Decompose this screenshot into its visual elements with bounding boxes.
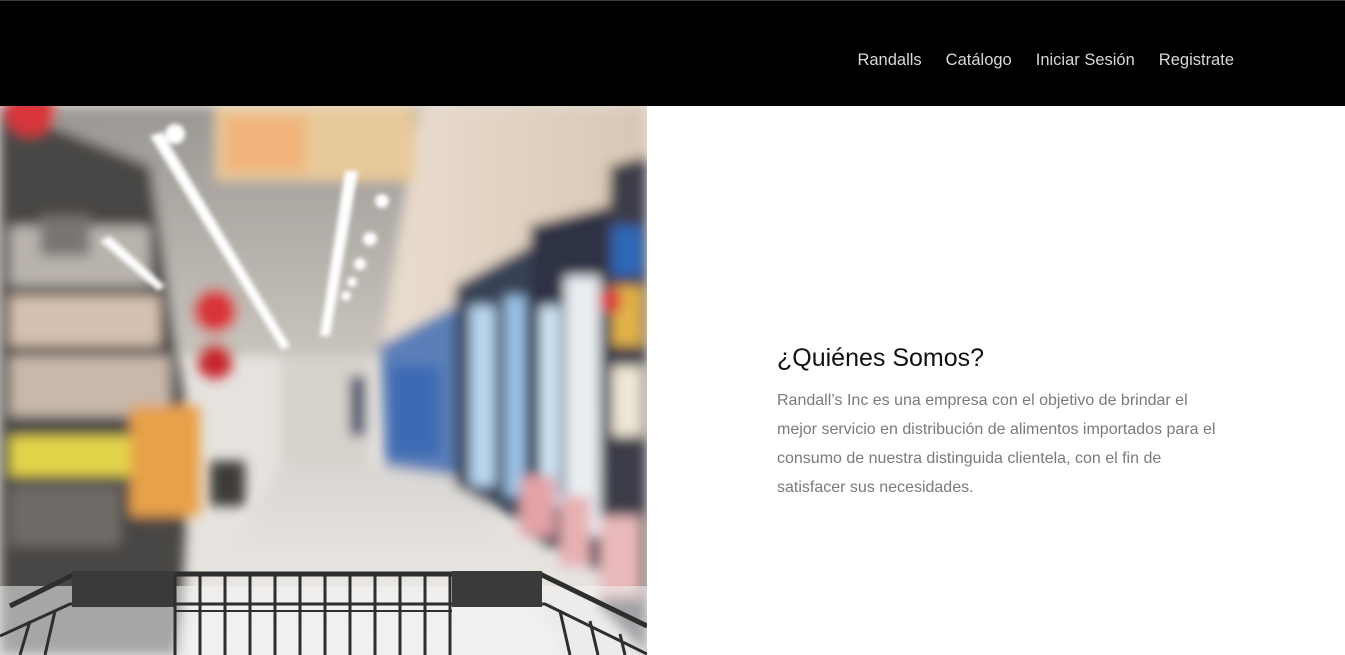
about-title: ¿Quiénes Somos? bbox=[777, 344, 985, 372]
hero-image bbox=[0, 106, 647, 655]
about-description: Randall’s Inc es una empresa con el obje… bbox=[777, 392, 1216, 496]
main-nav: Randalls Catálogo Iniciar Sesión Registr… bbox=[857, 50, 1234, 70]
nav-link-catalogo[interactable]: Catálogo bbox=[946, 50, 1012, 70]
navbar: Randalls Catálogo Iniciar Sesión Registr… bbox=[0, 1, 1345, 106]
about-section: ¿Quiénes Somos? Randall’s Inc es una emp… bbox=[777, 343, 1227, 502]
nav-link-iniciar-sesion[interactable]: Iniciar Sesión bbox=[1036, 50, 1135, 70]
nav-link-registrate[interactable]: Registrate bbox=[1159, 50, 1234, 70]
nav-link-randalls[interactable]: Randalls bbox=[857, 50, 921, 70]
supermarket-aisle-photo bbox=[0, 106, 647, 655]
